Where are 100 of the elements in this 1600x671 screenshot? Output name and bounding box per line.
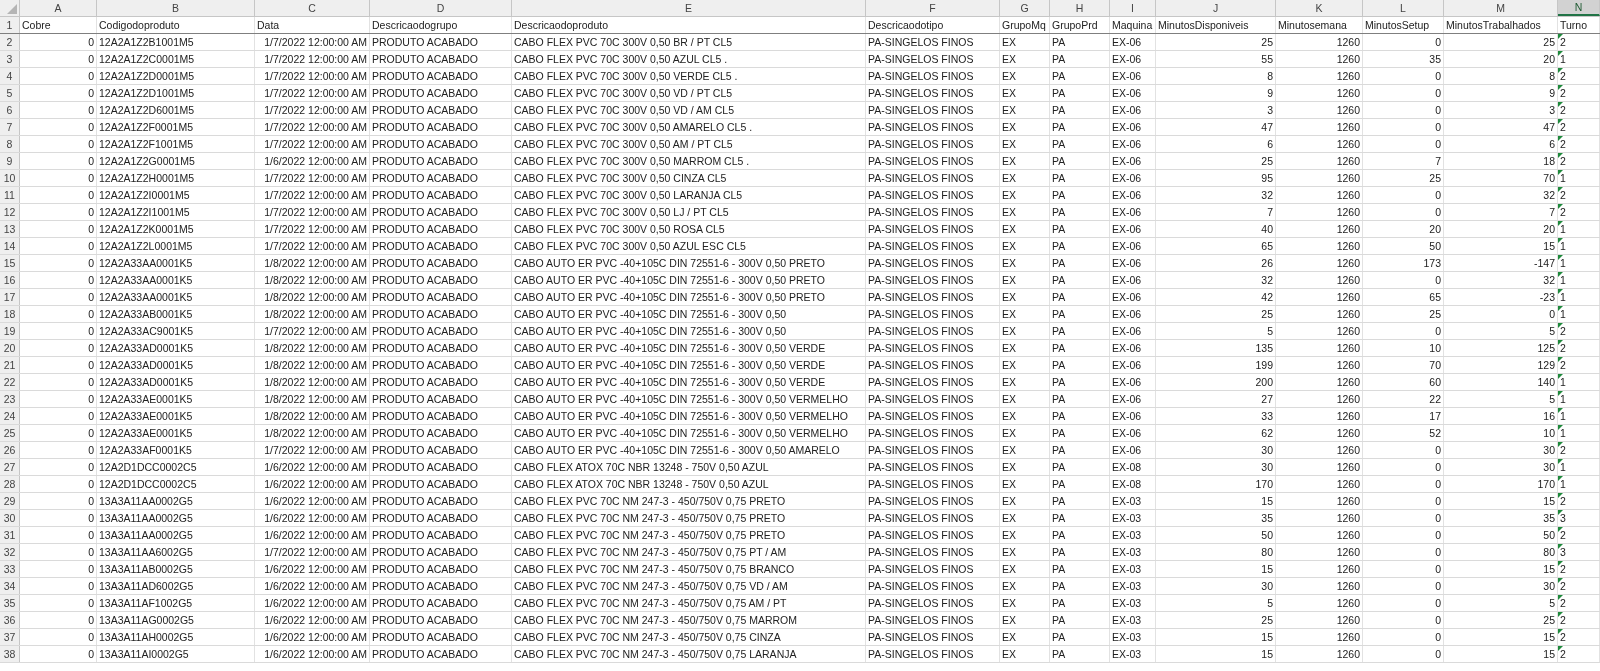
row-header[interactable]: 11 [0, 187, 20, 203]
table-cell: 1/7/2022 12:00:00 AM [264, 325, 367, 337]
row-header[interactable]: 3 [0, 51, 20, 67]
row-header[interactable]: 17 [0, 289, 20, 305]
table-cell: PA [1052, 70, 1066, 82]
table-cell: 1260 [1336, 580, 1360, 592]
table-cell: CABO FLEX PVC 70C 300V 0,50 AZUL CL5 . [514, 53, 728, 65]
row-header[interactable]: 21 [0, 357, 20, 373]
table-cell: 12A2A33AE0001K5 [99, 427, 193, 439]
row-header[interactable]: 29 [0, 493, 20, 509]
row-header[interactable]: 35 [0, 595, 20, 611]
table-cell: 0 [88, 257, 94, 269]
table-cell: PA-SINGELOS FINOS [868, 308, 974, 320]
row-header[interactable]: 1 [0, 17, 20, 33]
row-header[interactable]: 6 [0, 102, 20, 118]
table-cell: 55 [1261, 53, 1273, 65]
row-header[interactable]: 15 [0, 255, 20, 271]
table-cell: EX [1002, 223, 1016, 235]
table-cell: 6 [1267, 138, 1273, 150]
table-cell: EX [1002, 172, 1016, 184]
table-cell: 0 [1435, 631, 1441, 643]
table-cell: 1260 [1336, 325, 1360, 337]
table-cell: CABO FLEX PVC 70C NM 247-3 - 450/750V 0,75 PRETO [514, 512, 786, 524]
table-cell: 1 [1560, 393, 1566, 405]
row-header[interactable]: 34 [0, 578, 20, 594]
table-cell: 12A2A33AC9001K5 [99, 325, 193, 337]
table-cell: EX-06 [1112, 376, 1142, 388]
table-cell: EX-06 [1112, 325, 1142, 337]
table-cell: 0 [1435, 104, 1441, 116]
table-cell: PRODUTO ACABADO [372, 70, 478, 82]
table-cell: 2 [1560, 206, 1566, 218]
row-header[interactable]: 12 [0, 204, 20, 220]
row-header[interactable]: 33 [0, 561, 20, 577]
table-cell: EX-03 [1112, 580, 1142, 592]
table-cell: PA-SINGELOS FINOS [868, 240, 974, 252]
row-header[interactable]: 16 [0, 272, 20, 288]
table-cell: 1260 [1336, 427, 1360, 439]
table-cell: 2 [1560, 87, 1566, 99]
table-cell: PA [1052, 308, 1066, 320]
table-cell: 18 [1543, 155, 1555, 167]
header-cell: Codigodoproduto [99, 19, 180, 31]
row-header[interactable]: 30 [0, 510, 20, 526]
table-cell: 0 [88, 359, 94, 371]
row-header[interactable]: 20 [0, 340, 20, 356]
table-cell: EX-03 [1112, 614, 1142, 626]
row-header[interactable]: 10 [0, 170, 20, 186]
table-cell: 1260 [1336, 597, 1360, 609]
row-header[interactable]: 5 [0, 85, 20, 101]
table-cell: 15 [1543, 631, 1555, 643]
row-header[interactable]: 19 [0, 323, 20, 339]
row-header[interactable]: 9 [0, 153, 20, 169]
row-header[interactable]: 36 [0, 612, 20, 628]
table-cell: 30 [1543, 444, 1555, 456]
table-cell: EX-03 [1112, 563, 1142, 575]
table-cell: EX [1002, 291, 1016, 303]
table-cell: PA-SINGELOS FINOS [868, 427, 974, 439]
table-cell: 12A2A1Z2B1001M5 [99, 36, 194, 48]
table-cell: 1 [1560, 172, 1566, 184]
row-header[interactable]: 14 [0, 238, 20, 254]
row-header[interactable]: 37 [0, 629, 20, 645]
row-header[interactable]: 25 [0, 425, 20, 441]
table-cell: 5 [1267, 325, 1273, 337]
table-cell: 0 [88, 478, 94, 490]
table-cell: 13A3A11AA0002G5 [99, 512, 193, 524]
column-header[interactable]: N [1558, 0, 1600, 16]
row-header[interactable]: 28 [0, 476, 20, 492]
row-header[interactable]: 8 [0, 136, 20, 152]
table-cell: 0 [1435, 512, 1441, 524]
row-header[interactable]: 26 [0, 442, 20, 458]
table-cell: EX [1002, 563, 1016, 575]
row-header[interactable]: 13 [0, 221, 20, 237]
table-cell: 12A2A33AD0001K5 [99, 376, 193, 388]
table-cell: 25 [1261, 614, 1273, 626]
table-cell: 1260 [1336, 36, 1360, 48]
table-cell: 33 [1261, 410, 1273, 422]
table-cell: EX [1002, 308, 1016, 320]
row-header[interactable]: 38 [0, 646, 20, 662]
table-cell: 2 [1560, 189, 1566, 201]
table-cell: 8 [1267, 70, 1273, 82]
table-cell: 1/7/2022 12:00:00 AM [264, 87, 367, 99]
table-cell: 22 [1429, 393, 1441, 405]
row-header[interactable]: 31 [0, 527, 20, 543]
table-cell: CABO FLEX PVC 70C NM 247-3 - 450/750V 0,75 BRANCO [514, 563, 795, 575]
table-cell: 2 [1560, 325, 1566, 337]
row-header[interactable]: 22 [0, 374, 20, 390]
table-cell: EX-06 [1112, 172, 1142, 184]
row-header[interactable]: 2 [0, 34, 20, 50]
table-cell: 8 [1549, 70, 1555, 82]
row-header[interactable]: 18 [0, 306, 20, 322]
table-cell: EX-06 [1112, 121, 1142, 133]
table-cell: CABO FLEX PVC 70C 300V 0,50 VD / PT CL5 [514, 87, 733, 99]
table-cell: 30 [1543, 580, 1555, 592]
row-header[interactable]: 7 [0, 119, 20, 135]
header-cell: Cobre [22, 19, 51, 31]
row-header[interactable]: 4 [0, 68, 20, 84]
table-cell: 50 [1543, 529, 1555, 541]
row-header[interactable]: 32 [0, 544, 20, 560]
row-header[interactable]: 24 [0, 408, 20, 424]
row-header[interactable]: 23 [0, 391, 20, 407]
row-header[interactable]: 27 [0, 459, 20, 475]
